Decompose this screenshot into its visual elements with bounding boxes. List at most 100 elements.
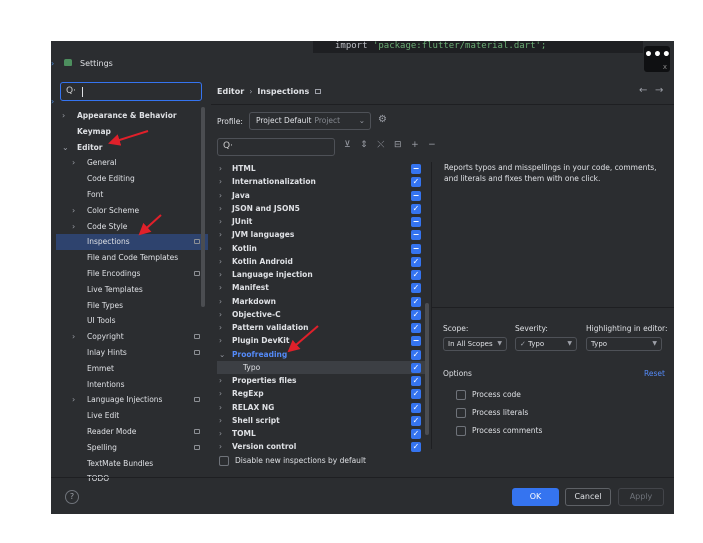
- back-arrow-icon[interactable]: ←: [639, 85, 647, 96]
- checkbox-checked[interactable]: ✓: [411, 177, 421, 188]
- inspection-group[interactable]: › Java −: [217, 189, 425, 202]
- help-button[interactable]: ?: [65, 490, 79, 504]
- chevron-right-icon[interactable]: ›: [219, 374, 222, 387]
- sidebar-item-appearance-behavior[interactable]: › Appearance & Behavior: [56, 108, 208, 124]
- sidebar-item-todo[interactable]: TODO: [56, 471, 208, 487]
- checkbox-box[interactable]: [456, 408, 466, 418]
- add-icon[interactable]: +: [411, 140, 419, 150]
- checkbox-checked[interactable]: ✓: [411, 270, 421, 280]
- ok-button[interactable]: OK: [512, 488, 559, 506]
- sidebar-item-keymap[interactable]: Keymap: [56, 124, 208, 140]
- chevron-right-icon[interactable]: ›: [72, 392, 75, 408]
- chevron-right-icon[interactable]: ›: [219, 427, 222, 440]
- inspection-group[interactable]: › HTML −: [217, 162, 425, 175]
- checkbox-box[interactable]: [456, 426, 466, 436]
- checkbox-partial[interactable]: −: [411, 243, 421, 254]
- checkbox-partial[interactable]: −: [411, 164, 421, 174]
- process-comments-checkbox[interactable]: Process comments: [456, 426, 542, 436]
- chevron-right-icon[interactable]: ›: [219, 414, 222, 427]
- forward-arrow-icon[interactable]: →: [655, 85, 663, 96]
- inspection-group[interactable]: › RELAX NG ✓: [217, 401, 425, 414]
- chevron-right-icon[interactable]: ›: [219, 228, 222, 241]
- remove-icon[interactable]: −: [428, 140, 436, 150]
- checkbox-box[interactable]: [219, 456, 229, 466]
- sidebar-item-intentions[interactable]: Intentions: [56, 377, 208, 393]
- sidebar-item-spelling[interactable]: Spelling: [56, 440, 208, 456]
- sidebar-item-color-scheme[interactable]: › Color Scheme: [56, 203, 208, 219]
- inspection-group[interactable]: › Kotlin −: [217, 242, 425, 255]
- inspection-group[interactable]: › Internationalization ✓: [217, 175, 425, 188]
- chevron-right-icon[interactable]: ›: [219, 202, 222, 215]
- sidebar-item-language-injections[interactable]: › Language Injections: [56, 392, 208, 408]
- chevron-right-icon[interactable]: ›: [72, 219, 75, 235]
- checkbox-checked[interactable]: ✓: [411, 296, 421, 307]
- checkbox-checked[interactable]: ✓: [411, 256, 421, 267]
- chevron-right-icon[interactable]: ›: [219, 215, 222, 228]
- checkbox-checked[interactable]: ✓: [411, 309, 421, 320]
- severity-select[interactable]: ✓ Typo ▼: [515, 337, 577, 351]
- checkbox-checked[interactable]: ✓: [411, 283, 421, 294]
- chevron-right-icon[interactable]: ›: [72, 155, 75, 171]
- sidebar-item-file-encodings[interactable]: File Encodings: [56, 266, 208, 282]
- process-literals-checkbox[interactable]: Process literals: [456, 408, 528, 418]
- sidebar-item-copyright[interactable]: › Copyright: [56, 329, 208, 345]
- chevron-right-icon[interactable]: ›: [219, 401, 222, 414]
- group-icon[interactable]: ⊟: [394, 140, 402, 150]
- chevron-down-icon[interactable]: ⌄: [219, 348, 225, 361]
- inspection-group[interactable]: › Kotlin Android ✓: [217, 255, 425, 268]
- chevron-right-icon[interactable]: ›: [219, 281, 222, 294]
- filter-icon[interactable]: ⊻: [344, 140, 351, 150]
- inspection-group[interactable]: › JUnit −: [217, 215, 425, 228]
- inspection-group[interactable]: › Objective-C ✓: [217, 308, 425, 321]
- checkbox-checked[interactable]: ✓: [411, 362, 421, 373]
- chevron-right-icon[interactable]: ›: [62, 108, 65, 124]
- inspection-group[interactable]: › RegExp ✓: [217, 387, 425, 400]
- checkbox-checked[interactable]: ✓: [411, 203, 421, 214]
- inspection-group[interactable]: › Shell script ✓: [217, 414, 425, 427]
- expand-all-icon[interactable]: ⇕: [360, 140, 368, 150]
- checkbox-checked[interactable]: ✓: [411, 402, 421, 413]
- checkbox-checked[interactable]: ✓: [411, 376, 421, 386]
- list-scrollbar[interactable]: [425, 303, 429, 435]
- chevron-right-icon[interactable]: ›: [72, 203, 75, 219]
- inspection-group[interactable]: › Plugin DevKit −: [217, 334, 425, 347]
- inspection-group[interactable]: › Language injection ✓: [217, 268, 425, 281]
- inspection-group[interactable]: › JVM languages −: [217, 228, 425, 241]
- cancel-button[interactable]: Cancel: [565, 488, 611, 506]
- chevron-right-icon[interactable]: ›: [219, 242, 222, 255]
- highlighting-select[interactable]: Typo ▼: [586, 337, 662, 351]
- checkbox-box[interactable]: [456, 390, 466, 400]
- inspection-group[interactable]: › Manifest ✓: [217, 281, 425, 294]
- inspection-group[interactable]: › Properties files ✓: [217, 374, 425, 387]
- settings-search-input[interactable]: Q·: [60, 82, 202, 101]
- chevron-right-icon[interactable]: ›: [219, 295, 222, 308]
- sidebar-item-textmate-bundles[interactable]: TextMate Bundles: [56, 456, 208, 472]
- chevron-right-icon[interactable]: ›: [219, 162, 222, 175]
- checkbox-checked[interactable]: ✓: [411, 415, 421, 426]
- process-code-checkbox[interactable]: Process code: [456, 390, 521, 400]
- reset-link[interactable]: Reset: [644, 369, 665, 378]
- close-icon[interactable]: x: [663, 63, 667, 71]
- sidebar-scrollbar[interactable]: [201, 107, 205, 307]
- checkbox-checked[interactable]: ✓: [411, 349, 421, 360]
- inspection-group[interactable]: › TOML ✓: [217, 427, 425, 440]
- more-options-button[interactable]: ••• x: [644, 46, 671, 72]
- checkbox-checked[interactable]: ✓: [411, 442, 421, 453]
- chevron-right-icon[interactable]: ›: [219, 308, 222, 321]
- sidebar-item-ui-tools[interactable]: UI Tools: [56, 313, 208, 329]
- inspection-item[interactable]: Typo ✓: [217, 360, 425, 374]
- inspection-group[interactable]: ⌄ Proofreading ✓: [217, 348, 425, 361]
- gear-icon[interactable]: ⚙: [378, 114, 387, 125]
- pin-icon[interactable]: [315, 89, 322, 94]
- sidebar-item-live-templates[interactable]: Live Templates: [56, 282, 208, 298]
- sidebar-item-live-edit[interactable]: Live Edit: [56, 408, 208, 424]
- sidebar-item-reader-mode[interactable]: Reader Mode: [56, 424, 208, 440]
- checkbox-partial[interactable]: −: [411, 336, 421, 347]
- chevron-right-icon[interactable]: ›: [219, 321, 222, 334]
- sidebar-item-editor[interactable]: ⌄ Editor: [56, 140, 208, 156]
- sidebar-item-inspections[interactable]: Inspections: [56, 234, 208, 251]
- chevron-right-icon[interactable]: ›: [219, 268, 222, 281]
- scope-select[interactable]: In All Scopes ▼: [443, 337, 507, 351]
- sidebar-item-file-and-code-templates[interactable]: File and Code Templates: [56, 250, 208, 266]
- chevron-right-icon[interactable]: ›: [219, 175, 222, 188]
